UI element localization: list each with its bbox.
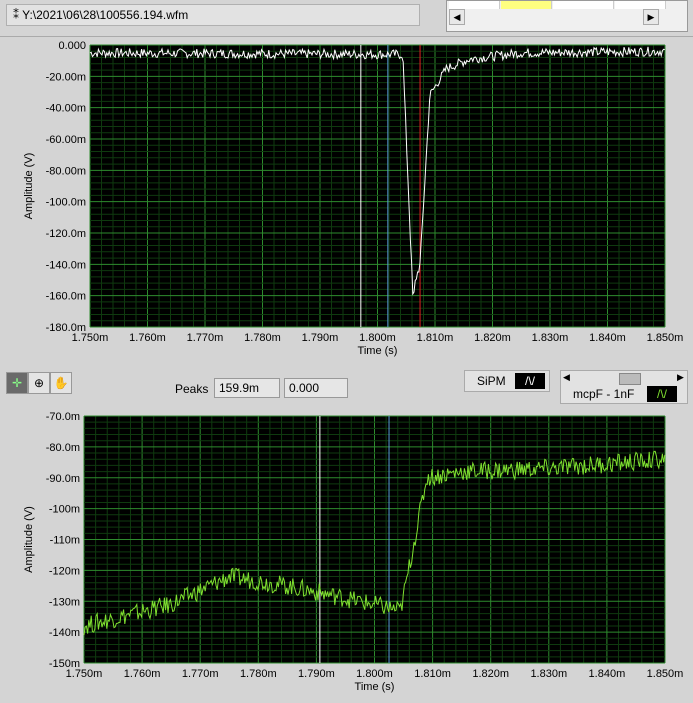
amplitude-graph-sipm[interactable]: 1.750m 1.760m 1.770m 1.780m 1.790m 1.800m 1.81… xyxy=(0,36,693,368)
scroll-left-icon[interactable]: ◀ xyxy=(449,9,465,25)
y-tick-label: -90.0m xyxy=(46,473,80,485)
y-tick-label: -120.0m xyxy=(46,228,86,240)
y-tick-label: -150m xyxy=(49,658,80,670)
x-tick-label: 1.820m xyxy=(472,668,509,680)
x-tick-label: 1.810m xyxy=(414,668,451,680)
legend-scroll-left-icon[interactable]: ◀ xyxy=(563,372,570,383)
legend-mcpf-label: mcpF - 1nF xyxy=(573,387,635,401)
y-tick-label: -140m xyxy=(49,627,80,639)
peaks-value-2[interactable]: 0.000 xyxy=(284,378,348,398)
peaks-label: Peaks xyxy=(175,382,209,396)
cursor-tool-icon[interactable]: ✛ xyxy=(6,372,28,394)
file-path-indicator[interactable]: ⁑ Y:\2021\06\28\100556.194.wfm xyxy=(6,4,420,26)
x-tick-label: 1.780m xyxy=(240,668,277,680)
y-tick-label: -140.0m xyxy=(46,259,86,271)
y-tick-label: -80.00m xyxy=(46,165,86,177)
plot-style-icon: /\/ xyxy=(515,373,545,389)
y-tick-label: -40.00m xyxy=(46,103,86,115)
y-tick-label: -100.0m xyxy=(46,197,86,209)
x-tick-label: 1.840m xyxy=(589,668,626,680)
results-table[interactable]: ◀ ▶ xyxy=(446,0,688,32)
x-tick-label: 1.850m xyxy=(647,332,684,344)
x-tick-label: 1.780m xyxy=(244,332,281,344)
x-tick-label: 1.800m xyxy=(356,668,393,680)
legend-scroll-thumb[interactable] xyxy=(619,373,641,385)
y-tick-label: -180.0m xyxy=(46,322,86,334)
y-tick-label: -120m xyxy=(49,565,80,577)
pan-hand-icon[interactable]: ✋ xyxy=(50,372,72,394)
y-tick-label: -160.0m xyxy=(46,291,86,303)
x-tick-label: 1.770m xyxy=(187,332,224,344)
table-cell[interactable] xyxy=(615,1,666,9)
y-tick-label: -80.0m xyxy=(46,442,80,454)
y-tick-label: 0.000 xyxy=(58,40,86,52)
x-tick-label: 1.830m xyxy=(530,668,567,680)
x-tick-label: 1.820m xyxy=(474,332,511,344)
x-tick-label: 1.790m xyxy=(298,668,335,680)
x-axis-label: Time (s) xyxy=(358,345,398,357)
y-axis-label: Amplitude (V) xyxy=(23,153,35,220)
legend-mcpf[interactable]: ◀ ▶ mcpF - 1nF /\/ xyxy=(560,370,688,404)
x-tick-label: 1.760m xyxy=(129,332,166,344)
x-tick-label: 1.770m xyxy=(182,668,219,680)
table-cell[interactable] xyxy=(449,1,500,9)
x-tick-label: 1.840m xyxy=(589,332,626,344)
path-icon: ⁑ xyxy=(13,8,23,22)
y-tick-label: -130m xyxy=(49,596,80,608)
plot-style-icon: /\/ xyxy=(647,386,677,402)
table-cell[interactable] xyxy=(501,1,552,9)
y-tick-label: -20.00m xyxy=(46,71,86,83)
x-tick-label: 1.830m xyxy=(532,332,569,344)
y-tick-label: -70.0m xyxy=(46,411,80,423)
peaks-value-1[interactable]: 159.9m xyxy=(214,378,280,398)
legend-sipm[interactable]: SiPM /\/ xyxy=(464,370,550,392)
scroll-right-icon[interactable]: ▶ xyxy=(643,9,659,25)
x-tick-label: 1.800m xyxy=(359,332,396,344)
y-tick-label: -60.00m xyxy=(46,134,86,146)
table-cell[interactable] xyxy=(553,1,614,9)
x-tick-label: 1.810m xyxy=(417,332,454,344)
x-tick-label: 1.760m xyxy=(124,668,161,680)
x-tick-label: 1.850m xyxy=(647,668,684,680)
legend-scroll-right-icon[interactable]: ▶ xyxy=(677,372,684,383)
y-tick-label: -110m xyxy=(50,535,80,547)
zoom-tool-icon[interactable]: ⊕ xyxy=(28,372,50,394)
legend-sipm-label: SiPM xyxy=(477,374,506,388)
x-tick-label: 1.790m xyxy=(302,332,339,344)
y-tick-label: -100m xyxy=(49,504,80,516)
amplitude-graph-mcpf[interactable]: 1.750m 1.760m 1.770m 1.780m 1.790m 1.800m 1.81… xyxy=(0,404,693,703)
x-axis-label: Time (s) xyxy=(355,681,395,693)
y-axis-label: Amplitude (V) xyxy=(23,506,35,573)
